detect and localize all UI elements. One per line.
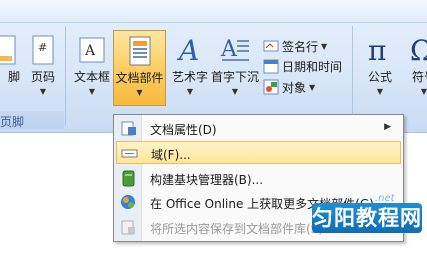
- menu-item-field[interactable]: 域(F)...: [116, 141, 401, 164]
- drop-cap-button[interactable]: A 首字下沉 ▼: [210, 30, 260, 106]
- svg-text:#: #: [38, 41, 47, 54]
- calendar-icon: [263, 58, 279, 74]
- building-blocks-icon: [120, 170, 137, 187]
- symbol-button[interactable]: Ω 符号 ▼: [400, 30, 427, 106]
- pi-icon: π: [365, 34, 395, 67]
- document-properties-icon: [120, 120, 137, 137]
- menu-item-label: 文档属性(D): [150, 123, 217, 137]
- menu-item-label: 将所选内容保存到文档部件库(S)...: [150, 222, 335, 236]
- chevron-down-icon: ▼: [136, 88, 143, 97]
- object-icon: [263, 79, 279, 95]
- ribbon-tab-strip: [0, 0, 427, 23]
- svg-text:Ω: Ω: [410, 34, 427, 66]
- svg-text:π: π: [368, 34, 386, 66]
- chevron-down-icon: ▼: [321, 41, 328, 51]
- chevron-down-icon: ▼: [309, 82, 316, 92]
- menu-item-label: 构建基块管理器(B)...: [150, 173, 264, 187]
- wordart-icon: A: [175, 34, 205, 67]
- svg-text:A: A: [84, 43, 96, 59]
- svg-text:A: A: [220, 37, 238, 62]
- quick-parts-icon: [125, 35, 155, 67]
- drop-cap-label: 首字下沉: [210, 70, 259, 84]
- text-box-icon: A: [77, 34, 107, 66]
- submenu-arrow-icon: ▶: [384, 122, 391, 132]
- chevron-down-icon: ▼: [39, 87, 47, 96]
- wordart-button[interactable]: A 艺术字 ▼: [166, 30, 214, 106]
- field-icon: [121, 145, 138, 162]
- footer-icon: [0, 34, 19, 66]
- chevron-down-icon: ▼: [231, 87, 239, 96]
- header-footer-group-caption: 页脚: [0, 115, 25, 129]
- page-number-label: 页码: [30, 70, 55, 84]
- signature-line-button[interactable]: 签名行 ▼: [263, 36, 327, 56]
- object-button[interactable]: 对象 ▼: [263, 77, 315, 97]
- quick-parts-button[interactable]: 文档部件 ▼: [113, 30, 166, 106]
- signature-line-label: 签名行: [282, 39, 319, 54]
- chevron-down-icon: ▼: [88, 87, 96, 96]
- equation-button[interactable]: π 公式 ▼: [356, 30, 404, 106]
- signature-line-icon: [263, 38, 279, 54]
- text-box-label: 文本框: [73, 70, 110, 84]
- menu-item-document-properties[interactable]: 文档属性(D) ▶: [116, 117, 401, 140]
- page-number-button[interactable]: # 页码 ▼: [19, 30, 67, 106]
- page-number-icon: #: [28, 34, 58, 66]
- group-separator: [352, 26, 353, 126]
- group-separator: [65, 26, 66, 126]
- watermark-logo: 匀阳教程网: [312, 203, 422, 233]
- office-online-icon: [120, 194, 137, 211]
- symbol-label: 符号: [411, 70, 427, 84]
- date-time-label: 日期和时间: [282, 59, 343, 74]
- text-box-button[interactable]: A 文本框 ▼: [68, 30, 116, 106]
- svg-text:A: A: [176, 34, 199, 66]
- wordart-label: 艺术字: [171, 70, 208, 84]
- date-time-button[interactable]: 日期和时间: [263, 56, 342, 76]
- save-selection-icon: [120, 219, 137, 236]
- menu-item-building-blocks[interactable]: 构建基块管理器(B)...: [116, 167, 401, 190]
- menu-item-label: 域(F)...: [151, 148, 191, 162]
- chevron-down-icon: ▼: [420, 87, 427, 96]
- watermark-text: 匀阳教程网: [312, 206, 422, 230]
- chevron-down-icon: ▼: [186, 87, 194, 96]
- object-label: 对象: [282, 80, 307, 95]
- chevron-down-icon: ▼: [376, 87, 384, 96]
- drop-cap-icon: A: [220, 34, 250, 66]
- omega-icon: Ω: [409, 34, 427, 67]
- quick-parts-label: 文档部件: [115, 71, 164, 85]
- equation-label: 公式: [367, 70, 392, 84]
